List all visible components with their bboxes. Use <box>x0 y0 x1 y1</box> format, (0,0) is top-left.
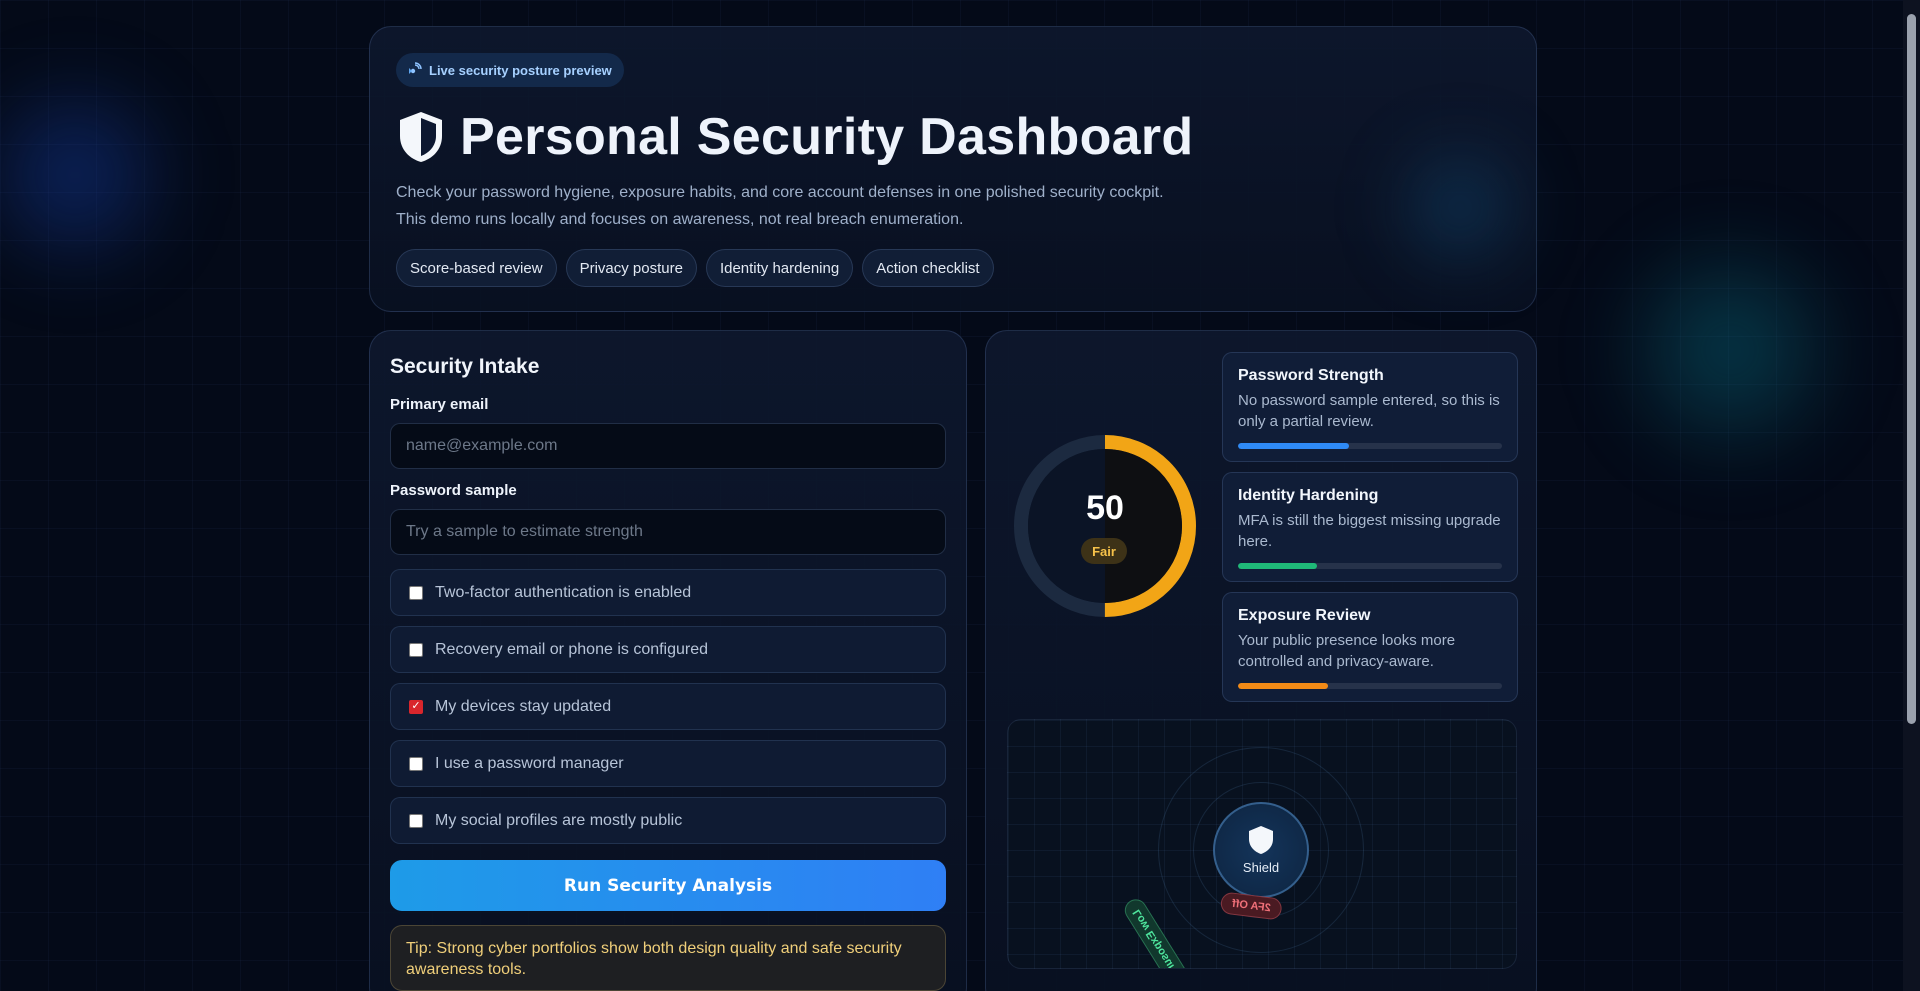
page-title-row: Personal Security Dashboard <box>396 107 1193 167</box>
hero-panel: Live security posture preview Personal S… <box>369 26 1540 312</box>
check-password-manager[interactable]: I use a password manager <box>390 740 946 787</box>
shield-label: Shield <box>1242 860 1280 875</box>
password-label: Password sample <box>390 482 517 499</box>
shield-icon <box>1249 826 1273 854</box>
description-line: This demo runs locally and focuses on aw… <box>396 211 964 228</box>
progress-track <box>1238 563 1502 569</box>
metric-text: MFA is still the biggest missing upgrade… <box>1238 512 1501 550</box>
shield-icon <box>400 112 442 162</box>
exposure-radar: Shield Low Exposure 2FA Off <box>1007 719 1517 969</box>
tip-box: Tip: Strong cyber portfolios show both d… <box>390 925 946 991</box>
background-glow <box>1600 220 1860 480</box>
check-label: Recovery email or phone is configured <box>435 640 709 658</box>
score-gauge: 50 Fair <box>1014 435 1196 617</box>
chip-action-checklist: Action checklist <box>862 249 994 287</box>
check-label: My social profiles are mostly public <box>435 811 683 829</box>
metric-text: No password sample entered, so this is o… <box>1238 392 1500 430</box>
feature-chips: Score-based review Privacy posture Ident… <box>396 249 994 287</box>
check-label: My devices stay updated <box>435 697 612 715</box>
checkbox[interactable] <box>409 756 423 771</box>
intake-title: Security Intake <box>390 355 540 378</box>
results-panel: 50 Fair Password Strength No password sa… <box>985 330 1537 991</box>
checkbox[interactable] <box>409 642 423 657</box>
progress-track <box>1238 683 1502 689</box>
satellite-icon <box>409 62 422 74</box>
metric-exposure-review: Exposure Review Your public presence loo… <box>1222 592 1518 702</box>
metric-password-strength: Password Strength No password sample ent… <box>1222 352 1518 462</box>
score-rating-badge: Fair <box>1081 538 1127 564</box>
checkbox[interactable] <box>409 585 423 600</box>
chip-privacy-posture: Privacy posture <box>565 249 697 287</box>
metric-text: Your public presence looks more controll… <box>1238 632 1456 670</box>
badge-label: Live security posture preview <box>429 62 612 78</box>
chip-score-review: Score-based review <box>396 249 557 287</box>
chip-identity-hardening: Identity hardening <box>705 249 854 287</box>
metric-title: Exposure Review <box>1238 607 1371 624</box>
email-field[interactable] <box>390 423 946 469</box>
scrollbar-thumb[interactable] <box>1907 14 1916 724</box>
security-intake-panel: Security Intake Primary email Password s… <box>369 330 967 991</box>
hero-description: Check your password hygiene, exposure ha… <box>396 179 1164 233</box>
check-label: I use a password manager <box>435 754 624 772</box>
password-field[interactable] <box>390 509 946 555</box>
progress-fill <box>1238 683 1328 689</box>
progress-fill <box>1238 563 1318 569</box>
progress-track <box>1238 443 1502 449</box>
checkbox[interactable] <box>409 813 423 828</box>
metric-identity-hardening: Identity Hardening MFA is still the bigg… <box>1222 472 1518 582</box>
run-analysis-button[interactable]: Run Security Analysis <box>390 860 946 911</box>
check-two-factor[interactable]: Two-factor authentication is enabled <box>390 569 946 616</box>
metric-title: Password Strength <box>1238 367 1384 384</box>
check-label: Two-factor authentication is enabled <box>435 583 692 601</box>
description-line: Check your password hygiene, exposure ha… <box>396 184 1164 201</box>
live-preview-badge: Live security posture preview <box>396 53 624 87</box>
check-social-public[interactable]: My social profiles are mostly public <box>390 797 946 844</box>
hero-glow <box>1380 127 1540 287</box>
email-label: Primary email <box>390 396 489 413</box>
page-scrollbar[interactable] <box>1903 0 1920 991</box>
progress-fill <box>1238 443 1349 449</box>
checkbox-checked[interactable] <box>409 699 423 714</box>
check-devices-updated[interactable]: My devices stay updated <box>390 683 946 730</box>
score-value: 50 <box>1086 489 1124 527</box>
shield-node: Shield <box>1213 802 1309 898</box>
check-recovery[interactable]: Recovery email or phone is configured <box>390 626 946 673</box>
metric-title: Identity Hardening <box>1238 487 1379 504</box>
page-title: Personal Security Dashboard <box>460 108 1194 166</box>
